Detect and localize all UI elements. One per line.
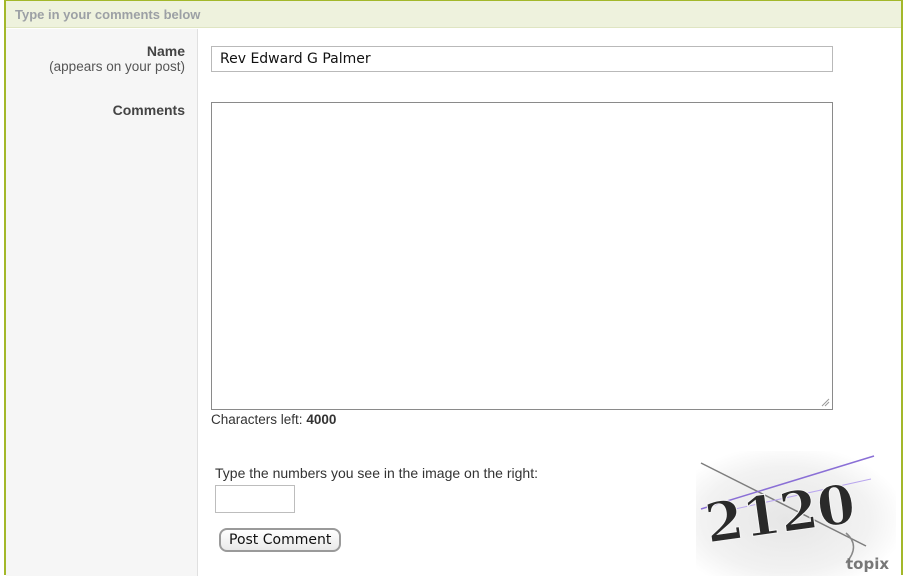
name-field[interactable]: Rev Edward G Palmer [211, 46, 833, 72]
form-header-title: Type in your comments below [15, 7, 201, 22]
characters-left-label: Characters left: [211, 412, 303, 427]
captcha-image: 2120 topix [696, 451, 896, 576]
post-comment-button[interactable]: Post Comment [219, 528, 342, 552]
captcha-prompt: Type the numbers you see in the image on… [215, 465, 538, 481]
resize-grip-icon[interactable] [820, 397, 830, 407]
captcha-input[interactable] [215, 485, 295, 513]
comments-label: Comments [112, 102, 185, 118]
characters-left: Characters left: 4000 [211, 412, 336, 427]
comments-textarea[interactable] [211, 102, 833, 410]
label-column: Name (appears on your post) Comments [6, 29, 198, 576]
name-sublabel: (appears on your post) [49, 59, 185, 74]
name-field-value: Rev Edward G Palmer [220, 51, 371, 67]
name-label-group: Name (appears on your post) [49, 43, 185, 74]
characters-left-count: 4000 [306, 412, 337, 427]
form-header: Type in your comments below [6, 1, 901, 28]
comment-form-panel: Type in your comments below Name (appear… [4, 0, 903, 576]
topix-logo: topix [846, 555, 889, 573]
name-label: Name [146, 43, 185, 59]
